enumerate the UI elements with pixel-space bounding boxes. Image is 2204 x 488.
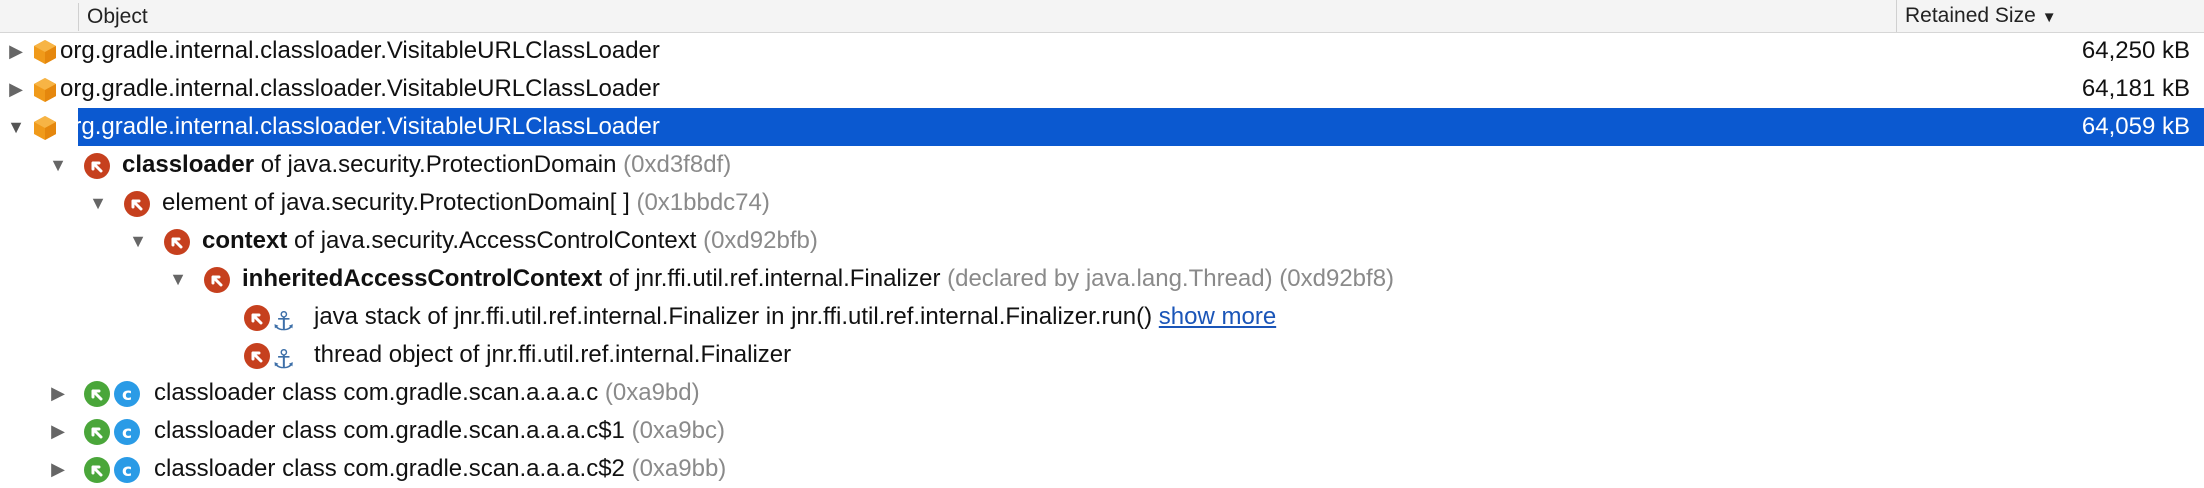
row-label: org.gradle.internal.classloader.Visitabl… xyxy=(60,37,660,64)
object-cube-icon xyxy=(34,116,56,140)
collapse-triangle-icon[interactable]: ▼ xyxy=(168,260,188,298)
reference-owner: of java.security.ProtectionDomain[ ] xyxy=(247,189,637,216)
svg-text:c: c xyxy=(122,461,132,481)
field-name: context xyxy=(202,227,288,254)
sort-down-icon[interactable]: ▼ xyxy=(2042,9,2057,26)
incoming-reference-icon xyxy=(84,153,110,179)
class-ref-text: classloader class com.gradle.scan.a.a.a.… xyxy=(154,417,625,444)
reference-label: inheritedAccessControlContext of jnr.ffi… xyxy=(242,260,1394,298)
row-label: org.gradle.internal.classloader.Visitabl… xyxy=(60,113,660,140)
object-cube-icon xyxy=(34,40,56,64)
retained-size-value: 64,181 kB xyxy=(2081,75,2190,102)
gc-root-anchor-icon: ⚓ xyxy=(272,344,296,374)
class-ref-text: classloader class com.gradle.scan.a.a.a.… xyxy=(154,379,599,406)
reference-label: classloader class com.gradle.scan.a.a.a.… xyxy=(154,450,726,488)
tree-row[interactable]: ▶ org.gradle.internal.classloader.Visita… xyxy=(0,70,2204,108)
reference-label: classloader of java.security.ProtectionD… xyxy=(122,146,731,184)
tree-row[interactable]: ▶ c classloader class com.gradle.scan.a.… xyxy=(0,450,2204,488)
reference-owner: of java.security.AccessControlContext xyxy=(287,227,704,254)
gc-root-anchor-icon: ⚓ xyxy=(272,306,296,336)
object-address: (0xa9bc) xyxy=(631,417,725,444)
column-retained-label: Retained Size xyxy=(1905,4,2036,27)
object-address: (0xd92bf8) xyxy=(1279,265,1395,292)
column-header-retained-size[interactable]: Retained Size ▼ xyxy=(1896,0,2204,32)
tree-row[interactable]: ▼ classloader of java.security.Protectio… xyxy=(0,146,2204,184)
incoming-reference-icon xyxy=(244,343,270,369)
tree-row[interactable]: ▼ inheritedAccessControlContext of jnr.f… xyxy=(0,260,2204,298)
object-address: (0xa9bb) xyxy=(631,455,727,482)
expand-triangle-icon[interactable]: ▶ xyxy=(6,70,26,108)
class-ref-text: classloader class com.gradle.scan.a.a.a.… xyxy=(154,455,625,482)
column-object-label: Object xyxy=(87,5,148,28)
object-tree: ▶ org.gradle.internal.classloader.Visita… xyxy=(0,32,2204,488)
collapse-triangle-icon[interactable]: ▼ xyxy=(48,146,68,184)
tree-row[interactable]: ▼ element of java.security.ProtectionDom… xyxy=(0,184,2204,222)
expand-triangle-icon[interactable]: ▶ xyxy=(48,450,68,488)
reference-green-icon xyxy=(84,457,110,483)
show-more-link[interactable]: show more xyxy=(1159,303,1276,330)
incoming-reference-icon xyxy=(164,229,190,255)
class-c-icon: c xyxy=(114,381,140,407)
tree-row[interactable]: ⚓ java stack of jnr.ffi.util.ref.interna… xyxy=(0,298,2204,336)
object-cube-icon xyxy=(34,78,56,102)
tree-row[interactable]: ▼ context of java.security.AccessControl… xyxy=(0,222,2204,260)
reference-owner: of java.security.ProtectionDomain xyxy=(254,151,624,178)
incoming-reference-icon xyxy=(204,267,230,293)
object-address: (0xd3f8df) xyxy=(623,151,732,178)
table-header: Object Retained Size ▼ xyxy=(0,0,2204,33)
object-address: (0x1bbdc74) xyxy=(636,189,770,216)
retained-size-value: 64,059 kB xyxy=(2081,113,2190,140)
expand-triangle-icon[interactable]: ▶ xyxy=(6,32,26,70)
expand-triangle-icon[interactable]: ▶ xyxy=(48,374,68,412)
tree-row[interactable]: ▶ c classloader class com.gradle.scan.a.… xyxy=(0,374,2204,412)
tree-row[interactable]: ▶ org.gradle.internal.classloader.Visita… xyxy=(0,32,2204,70)
svg-text:c: c xyxy=(122,423,132,443)
tree-row[interactable]: ▶ c classloader class com.gradle.scan.a.… xyxy=(0,412,2204,450)
class-c-icon: c xyxy=(114,419,140,445)
svg-text:c: c xyxy=(122,385,132,405)
gc-root-text: java stack of jnr.ffi.util.ref.internal.… xyxy=(314,303,1153,330)
column-header-object[interactable]: Object xyxy=(78,3,148,31)
incoming-reference-icon xyxy=(244,305,270,331)
object-address: (0xd92bfb) xyxy=(703,227,818,254)
tree-row[interactable]: ⚓ thread object of jnr.ffi.util.ref.inte… xyxy=(0,336,2204,374)
object-address: (0xa9bd) xyxy=(604,379,700,406)
expand-triangle-icon[interactable]: ▶ xyxy=(48,412,68,450)
row-label: org.gradle.internal.classloader.Visitabl… xyxy=(60,75,660,102)
gc-root-label: java stack of jnr.ffi.util.ref.internal.… xyxy=(314,298,1276,336)
tree-row-selected[interactable]: ▼ org.gradle.internal.classloader.Visita… xyxy=(0,108,2204,146)
reference-label: classloader class com.gradle.scan.a.a.a.… xyxy=(154,374,700,412)
field-name: classloader xyxy=(122,151,255,178)
reference-label: classloader class com.gradle.scan.a.a.a.… xyxy=(154,412,725,450)
reference-label: context of java.security.AccessControlCo… xyxy=(202,222,818,260)
collapse-triangle-icon[interactable]: ▼ xyxy=(88,184,108,222)
collapse-triangle-icon[interactable]: ▼ xyxy=(6,108,26,146)
reference-label: element of java.security.ProtectionDomai… xyxy=(162,184,770,222)
class-c-icon: c xyxy=(114,457,140,483)
declared-by: (declared by java.lang.Thread) xyxy=(947,265,1273,292)
reference-green-icon xyxy=(84,381,110,407)
retained-size-value: 64,250 kB xyxy=(2081,37,2190,64)
collapse-triangle-icon[interactable]: ▼ xyxy=(128,222,148,260)
reference-green-icon xyxy=(84,419,110,445)
reference-owner: of jnr.ffi.util.ref.internal.Finalizer xyxy=(602,265,948,292)
field-name: inheritedAccessControlContext xyxy=(242,265,603,292)
field-name: element xyxy=(162,189,248,216)
incoming-reference-icon xyxy=(124,191,150,217)
gc-root-label: thread object of jnr.ffi.util.ref.intern… xyxy=(314,341,792,368)
